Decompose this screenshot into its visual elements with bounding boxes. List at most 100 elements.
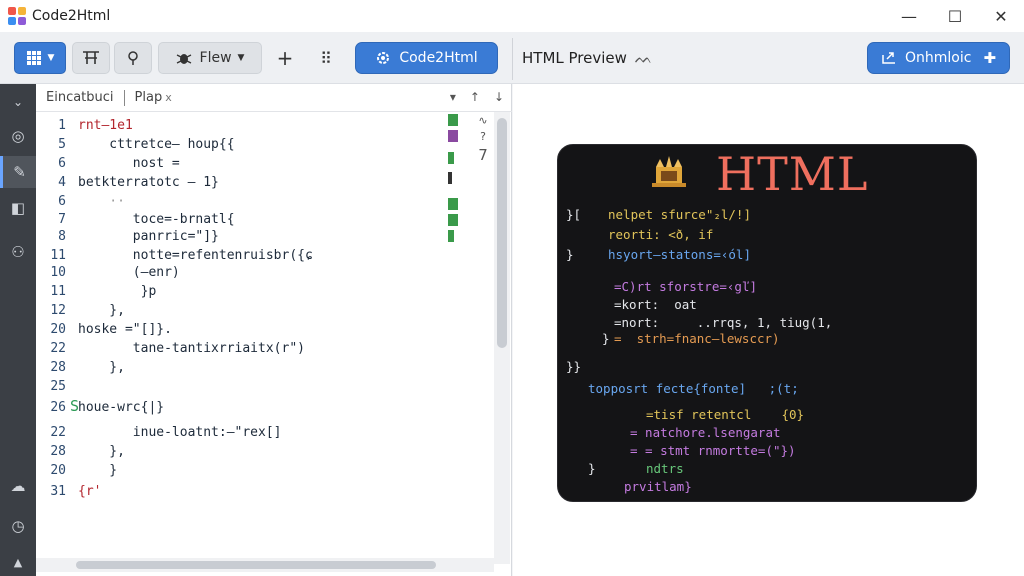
- window-title: Code2Html: [32, 8, 111, 24]
- vertical-scrollbar[interactable]: [494, 112, 510, 564]
- code-line: },: [78, 360, 125, 375]
- chevron-down-icon: ▼: [47, 53, 55, 63]
- maximize-button[interactable]: ☐: [932, 0, 978, 32]
- grid-menu-button[interactable]: ▼: [14, 42, 66, 74]
- code-line: },: [78, 303, 125, 318]
- preview-title: HTML: [716, 147, 869, 201]
- window-controls: — ☐ ✕: [886, 0, 1024, 32]
- bracket: }: [566, 247, 574, 262]
- warning-icon[interactable]: ▲: [0, 546, 36, 576]
- layout-icon[interactable]: ◧: [0, 192, 36, 224]
- cloud-icon[interactable]: ☁: [0, 470, 36, 502]
- grid-icon: [26, 51, 41, 65]
- search-button[interactable]: [114, 42, 152, 74]
- dropdown-icon[interactable]: ▾: [450, 90, 456, 104]
- preview-line: hsyort—statons=‹ól]: [608, 247, 751, 262]
- bug-icon: [176, 54, 191, 64]
- export-icon: [882, 52, 895, 64]
- preview-tab-label: HTML Preview: [522, 49, 627, 67]
- flow-label: Flew: [199, 50, 232, 66]
- editor-tab-1[interactable]: Eincatbuci: [36, 90, 124, 105]
- code-line: betkterratotc – 1}: [78, 175, 219, 190]
- line-number: 1: [58, 118, 66, 133]
- line-number: 4: [58, 175, 66, 190]
- arrow-down-icon[interactable]: ↓: [494, 90, 504, 104]
- line-number: 22: [50, 341, 66, 356]
- editor-tools: ▾ ↑ ↓: [450, 90, 504, 104]
- code-line: },: [78, 444, 125, 459]
- bracket: }[: [566, 207, 582, 222]
- bracket: }: [602, 331, 610, 346]
- flow-dropdown[interactable]: Flew ▼: [158, 42, 262, 74]
- code2html-button[interactable]: Code2Html: [355, 42, 498, 74]
- line-number: 22: [50, 425, 66, 440]
- line-number: 8: [58, 229, 66, 244]
- optimize-label: Onhmloic: [904, 50, 972, 66]
- code-line: panrric="]}: [78, 229, 219, 244]
- line-number: 20: [50, 322, 66, 337]
- code-line: inue-loatnt:–"rex[]: [78, 425, 282, 440]
- network-icon[interactable]: ⚇: [0, 236, 36, 268]
- line-number: 28: [50, 360, 66, 375]
- code-editor: Eincatbuci Plap x ▾ ↑ ↓ 1 5 6 4 6 7 8 11 …: [36, 84, 512, 576]
- code-line: cttretce– houp{{: [78, 137, 235, 152]
- line-number: 12: [50, 303, 66, 318]
- bracket: }: [588, 461, 596, 476]
- scroll-thumb[interactable]: [497, 118, 507, 348]
- optimize-button[interactable]: Onhmloic ✚: [867, 42, 1010, 74]
- code-line: {r': [78, 484, 102, 499]
- bracket: }}: [566, 359, 582, 374]
- preview-line: = strh=fnanc—lewsccr): [614, 331, 780, 346]
- wave-icon: ᨓ: [634, 49, 653, 67]
- code-line: rnt–1e1: [78, 118, 133, 133]
- code-line: tane-tantixrriaitx(r"): [78, 341, 305, 356]
- preview-line: ndtrs: [646, 461, 684, 476]
- marker-2: ?: [480, 130, 486, 143]
- line-number: 26: [50, 400, 66, 415]
- gear-icon: [377, 52, 390, 64]
- text-tool-button[interactable]: [72, 42, 110, 74]
- code-line: ··: [78, 194, 125, 209]
- code-line: nost =: [78, 156, 180, 171]
- minimap[interactable]: [446, 112, 466, 252]
- line-number: 5: [58, 137, 66, 152]
- pencil-icon[interactable]: ✎: [0, 156, 36, 188]
- preview-line: =kort: oat: [614, 297, 697, 312]
- activity-sidebar: ⌄ ◎ ✎ ◧ ⚇ ☁ ◷ ▲: [0, 84, 36, 576]
- marker-1: ∿: [478, 114, 488, 127]
- app-logo-icon: [8, 7, 26, 25]
- line-number: 20: [50, 463, 66, 478]
- text-tool-icon: [83, 51, 99, 64]
- code-line: notte=refentenruisbr({ɕ: [78, 248, 313, 263]
- compass-icon[interactable]: ◎: [0, 120, 36, 152]
- editor-tab-2-label: Plap: [134, 90, 163, 105]
- main-toolbar: ▼ Flew ▼ + ⠿ Code2Html HTML Preview ᨓ On…: [0, 32, 1024, 84]
- line-number: 11: [50, 248, 66, 263]
- minimap-markers: ∿ ? 7: [476, 114, 490, 164]
- minimize-button[interactable]: —: [886, 0, 932, 32]
- arrow-up-icon[interactable]: ↑: [470, 90, 480, 104]
- preview-line: =tisf retentcl {0}: [646, 407, 805, 422]
- search-icon: [128, 51, 138, 65]
- add-button[interactable]: +: [270, 42, 300, 74]
- code-line: (–enr): [78, 265, 180, 280]
- close-button[interactable]: ✕: [978, 0, 1024, 32]
- clock-icon[interactable]: ◷: [0, 510, 36, 542]
- close-tab-icon[interactable]: x: [165, 91, 172, 104]
- scroll-thumb[interactable]: [76, 561, 436, 569]
- more-button[interactable]: ⠿: [310, 42, 342, 74]
- preview-line: nelpet sfurce"₂l/!]: [608, 207, 751, 222]
- app-window: Code2Html — ☐ ✕ ▼ Flew ▼ + ⠿ Code2Html H…: [0, 0, 1024, 576]
- preview-line: topposrt fecte{fonte] ;(t;: [588, 381, 799, 396]
- preview-line: prvitlam}: [624, 479, 692, 494]
- editor-tab-2[interactable]: Plap x: [125, 90, 182, 105]
- html-preview-tab[interactable]: HTML Preview ᨓ: [522, 42, 672, 74]
- preview-line: =nort: ..rrqs, 1, tiug(1,: [614, 315, 833, 330]
- title-bar: Code2Html — ☐ ✕: [0, 0, 1024, 32]
- line-number: 6: [58, 156, 66, 171]
- horizontal-scrollbar[interactable]: [36, 558, 494, 572]
- code2html-label: Code2Html: [399, 50, 478, 66]
- line-number: 25: [50, 379, 66, 394]
- collapse-icon[interactable]: ⌄: [0, 86, 36, 118]
- chevron-down-icon: ▼: [237, 53, 245, 63]
